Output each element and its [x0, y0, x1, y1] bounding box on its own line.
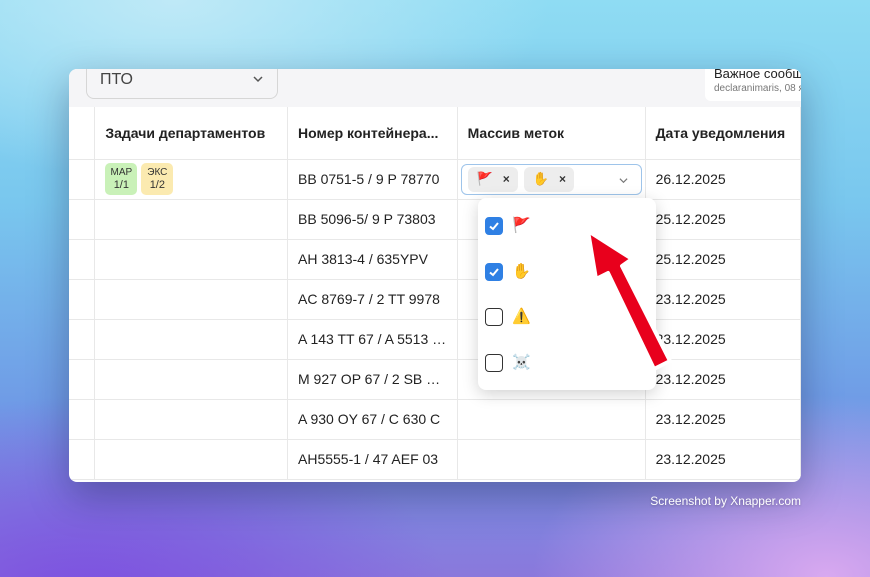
checkbox[interactable]: [485, 263, 503, 281]
table-row[interactable]: AH5555-1 / 47 AEF 03 23.12.2025: [69, 439, 801, 480]
tags-cell[interactable]: [457, 399, 646, 440]
task-badges: МАР 1/1 ЭКС 1/2: [105, 163, 277, 195]
row-select-cell[interactable]: [69, 359, 96, 400]
selected-tag-chip[interactable]: 🚩 ×: [467, 166, 518, 192]
table-row[interactable]: M 927 OP 67 / 2 SB … 23.12.2025: [69, 359, 801, 400]
container-number-cell: A 143 TT 67 / A 5513 …: [287, 319, 458, 360]
notification-date-cell: 23.12.2025: [645, 399, 801, 440]
checkmark-icon: [489, 268, 499, 277]
table-row[interactable]: AH 3813-4 / 635YPV 25.12.2025: [69, 239, 801, 280]
container-number-cell: AH 3813-4 / 635YPV: [287, 239, 458, 280]
chevron-down-icon[interactable]: [619, 176, 628, 185]
row-select-cell[interactable]: [69, 399, 96, 440]
tasks-cell: [94, 199, 288, 240]
remove-tag-icon[interactable]: ×: [559, 172, 566, 186]
annotation-arrow: [586, 229, 672, 371]
tags-multiselect[interactable]: 🚩 × ✋ ×: [460, 163, 642, 195]
container-number-cell: BB 0751-5 / 9 P 78770: [287, 159, 458, 200]
tasks-cell: [94, 319, 288, 360]
checkbox[interactable]: [485, 308, 503, 326]
checkmark-icon: [489, 222, 499, 231]
row-select-cell[interactable]: [69, 199, 96, 240]
task-badge-code: ЭКС: [147, 167, 168, 178]
task-badge-count: 1/2: [149, 179, 165, 191]
red-flag-icon: 🚩: [512, 217, 531, 234]
red-flag-icon: 🚩: [476, 171, 493, 186]
table-row[interactable]: A 930 OY 67 / C 630 C 23.12.2025: [69, 399, 801, 440]
tag-option[interactable]: ✋: [485, 261, 531, 283]
department-select[interactable]: ПТО: [86, 69, 278, 99]
tag-option[interactable]: 🚩: [485, 215, 531, 237]
watermark: Screenshot by Xnapper.com: [650, 494, 801, 508]
notification-date-cell: 23.12.2025: [645, 439, 801, 480]
tasks-cell: МАР 1/1 ЭКС 1/2: [94, 159, 288, 200]
notification-title: Важное сообщ: [714, 69, 801, 81]
department-select-value: ПТО: [100, 71, 133, 88]
raised-hand-icon: ✋: [512, 263, 531, 280]
containers-table: Задачи департаментов Номер контейнера...…: [69, 107, 801, 480]
tag-option[interactable]: ⚠️: [485, 306, 531, 328]
container-number-cell: AH5555-1 / 47 AEF 03: [287, 439, 458, 480]
task-badge[interactable]: МАР 1/1: [105, 163, 138, 195]
container-number-cell: M 927 OP 67 / 2 SB …: [287, 359, 458, 400]
row-select-cell[interactable]: [69, 159, 96, 200]
column-header-select[interactable]: [69, 107, 96, 160]
container-number-cell: AC 8769-7 / 2 TT 9978: [287, 279, 458, 320]
row-select-cell[interactable]: [69, 319, 96, 360]
container-number-cell: A 930 OY 67 / C 630 C: [287, 399, 458, 440]
tasks-cell: [94, 279, 288, 320]
notification-date-cell: 26.12.2025: [645, 159, 801, 200]
table-row[interactable]: A 143 TT 67 / A 5513 … 23.12.2025: [69, 319, 801, 360]
column-header-date[interactable]: Дата уведомления: [645, 107, 801, 160]
column-header-tasks[interactable]: Задачи департаментов: [94, 107, 288, 160]
raised-hand-icon: ✋: [532, 171, 549, 186]
container-number-cell: BB 5096-5/ 9 P 73803: [287, 199, 458, 240]
task-badge[interactable]: ЭКС 1/2: [141, 163, 174, 195]
row-select-cell[interactable]: [69, 239, 96, 280]
table-header-row: Задачи департаментов Номер контейнера...…: [69, 107, 801, 160]
table-row[interactable]: МАР 1/1 ЭКС 1/2 BB 0751-5 / 9 P 78770 🚩 × ✋ × 26.…: [69, 159, 801, 200]
warning-icon: ⚠️: [512, 308, 531, 325]
table-row[interactable]: BB 5096-5/ 9 P 73803 25.12.2025: [69, 199, 801, 240]
app-window: ПТО Важное сообщ declaranimaris, 08 я За…: [69, 69, 801, 482]
tags-cell[interactable]: 🚩 × ✋ ×: [457, 159, 646, 200]
task-badge-count: 1/1: [113, 179, 129, 191]
tasks-cell: [94, 359, 288, 400]
column-header-tags[interactable]: Массив меток: [457, 107, 646, 160]
chevron-down-icon: [253, 76, 263, 83]
tasks-cell: [94, 239, 288, 280]
column-header-container[interactable]: Номер контейнера...: [287, 107, 458, 160]
remove-tag-icon[interactable]: ×: [503, 172, 510, 186]
tag-option[interactable]: ☠️: [485, 352, 531, 374]
tasks-cell: [94, 399, 288, 440]
selected-tag-chip[interactable]: ✋ ×: [523, 166, 574, 192]
checkbox[interactable]: [485, 354, 503, 372]
tasks-cell: [94, 439, 288, 480]
notification-card[interactable]: Важное сообщ declaranimaris, 08 я: [705, 69, 801, 101]
notification-meta: declaranimaris, 08 я: [714, 83, 801, 94]
tags-cell[interactable]: [457, 439, 646, 480]
row-select-cell[interactable]: [69, 439, 96, 480]
toolbar: ПТО Важное сообщ declaranimaris, 08 я: [69, 69, 801, 107]
row-select-cell[interactable]: [69, 279, 96, 320]
skull-crossbones-icon: ☠️: [512, 354, 531, 371]
checkbox[interactable]: [485, 217, 503, 235]
table-row[interactable]: AC 8769-7 / 2 TT 9978 23.12.2025: [69, 279, 801, 320]
task-badge-code: МАР: [110, 167, 133, 178]
